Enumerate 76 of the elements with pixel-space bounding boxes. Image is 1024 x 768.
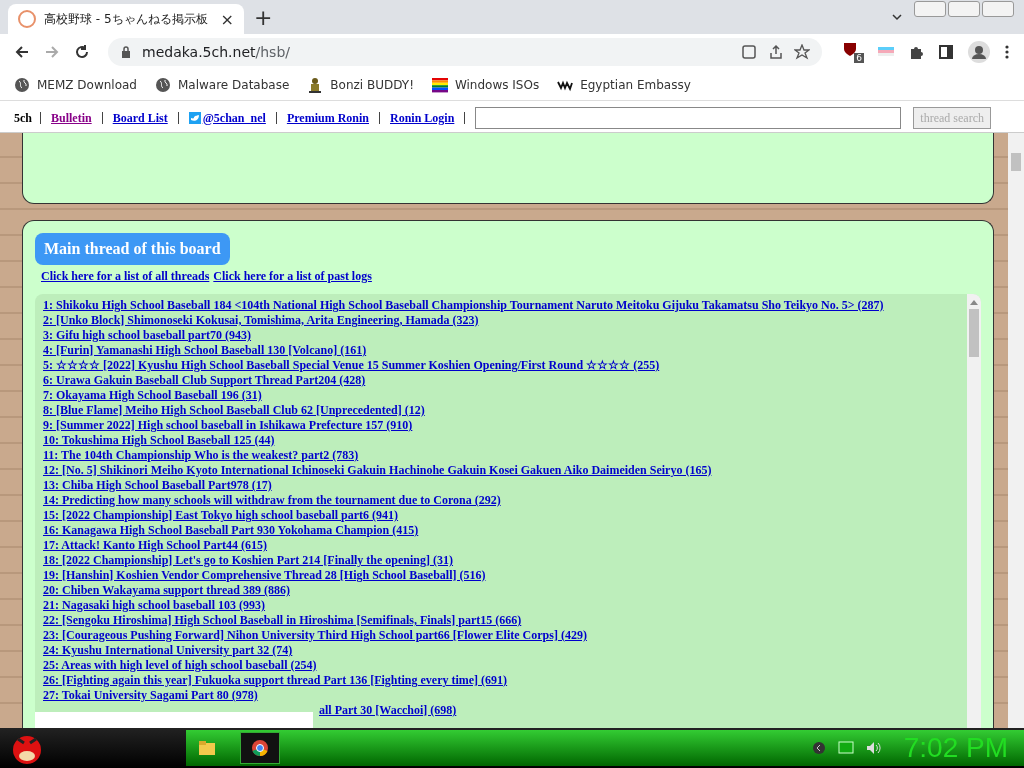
- address-bar[interactable]: medaka.5ch.net/hsb/: [108, 38, 822, 66]
- reload-icon[interactable]: [74, 44, 90, 60]
- window-controls[interactable]: [914, 1, 1014, 17]
- browser-taskbar-button[interactable]: [240, 732, 280, 764]
- star-icon[interactable]: [794, 44, 810, 60]
- side-panel-icon[interactable]: [938, 44, 954, 60]
- globe-icon: [14, 77, 30, 93]
- thread-list-link[interactable]: Click here for a list of all threads: [41, 269, 210, 284]
- lock-icon: [120, 46, 132, 58]
- share-icon[interactable]: [768, 44, 784, 60]
- browser-tab[interactable]: 高校野球 - 5ちゃんねる掲示板 ×: [8, 4, 244, 34]
- site-icon: [18, 10, 36, 28]
- bookmark[interactable]: Egyptian Embassy: [557, 77, 691, 93]
- thread-link[interactable]: 22: [Sengoku Hiroshima] High School Baseball in Hiroshima [Semifinals, Finals] part15 (666): [43, 613, 522, 628]
- bird-icon: [188, 112, 201, 124]
- thread-link[interactable]: 10: Tokushima High School Baseball 125 (44): [43, 433, 275, 448]
- thread-link[interactable]: 18: [2022 Championship] Let's go to Koshien Part 214 [Finally the opening] (31): [43, 553, 453, 568]
- bookmark[interactable]: Bonzi BUDDY!: [307, 77, 414, 93]
- tray-chevron-icon[interactable]: [811, 741, 826, 755]
- thread-link[interactable]: 25: Areas with high level of high school baseball (254): [43, 658, 317, 673]
- url-text: medaka.5ch.net/hsb/: [142, 44, 290, 60]
- back-icon[interactable]: [14, 44, 30, 60]
- thread-link[interactable]: 14: Predicting how many schools will withdraw from the tournament due to Corona (292): [43, 493, 501, 508]
- thread-link[interactable]: 17: Attack! Kanto High School Part44 (615): [43, 538, 267, 553]
- list-scrollbar[interactable]: [967, 294, 981, 728]
- thread-list-link[interactable]: Click here for a list of past logs: [213, 269, 372, 284]
- thread-link[interactable]: 5: ☆☆☆☆ [2022] Kyushu High School Baseball Special Venue 15 Summer Koshien Opening/First Round ☆☆☆☆ (255): [43, 358, 660, 373]
- tab-title: 高校野球 - 5ちゃんねる掲示板: [44, 10, 209, 28]
- thread-link[interactable]: 13: Chiba High School Baseball Part978 (17): [43, 478, 272, 493]
- bookmark[interactable]: MEMZ Download: [14, 77, 137, 93]
- globe-icon: [155, 77, 171, 93]
- section-heading: Main thread of this board: [35, 233, 230, 265]
- shield-icon: [842, 41, 858, 57]
- new-tab-button[interactable]: +: [254, 4, 273, 30]
- site-brand: 5ch: [14, 110, 32, 126]
- nav-link[interactable]: Premium Ronin: [286, 110, 369, 126]
- profile-icon[interactable]: [968, 41, 990, 63]
- bookmark[interactable]: Windows ISOs: [431, 77, 540, 93]
- thread-link[interactable]: 2: [Unko Block] Shimonoseki Kokusai, Tomishima, Arita Engineering, Hamada (323): [43, 313, 479, 328]
- thread-link[interactable]: 11: The 104th Championship Who is the weakest? part2 (783): [43, 448, 359, 463]
- thread-link[interactable]: 19: [Hanshin] Koshien Vendor Comprehensive Thread 28 [High School Baseball] (516): [43, 568, 486, 583]
- folder-icon[interactable]: [198, 739, 216, 757]
- thread-link[interactable]: all Part 30 [Wacchoi] (698): [319, 703, 457, 718]
- thread-link[interactable]: 8: [Blue Flame] Meiho High School Baseball Club 62 [Unprecedented] (12): [43, 403, 425, 418]
- network-icon[interactable]: [837, 741, 854, 755]
- volume-icon[interactable]: [865, 741, 882, 755]
- bookmark[interactable]: Malware Database: [155, 77, 290, 93]
- thread-link[interactable]: 21: Nagasaki high school baseball 103 (993): [43, 598, 266, 613]
- thread-link[interactable]: 6: Urawa Gakuin Baseball Club Support Thread Part204 (428): [43, 373, 366, 388]
- thread-link[interactable]: 15: [2022 Championship] East Tokyo high school baseball part6 (941): [43, 508, 399, 523]
- thread-link[interactable]: 26: [Fighting again this year] Fukuoka support thread Part 136 [Fighting every time] (691): [43, 673, 508, 688]
- menu-icon[interactable]: [1004, 44, 1010, 60]
- thread-link[interactable]: 20: Chiben Wakayama support thread 389 (886): [43, 583, 290, 598]
- nav-link[interactable]: Board List: [112, 110, 168, 126]
- thread-link[interactable]: 4: [Furin] Yamanashi High School Baseball 130 [Volcano] (161): [43, 343, 367, 358]
- thread-search-field[interactable]: [475, 107, 902, 129]
- puzzle-icon[interactable]: [908, 44, 924, 60]
- extension-badge: 6: [854, 53, 864, 63]
- nav-link[interactable]: @5chan_nel: [188, 110, 266, 126]
- thread-link[interactable]: 1: Shikoku High School Baseball 184 <104th National High School Baseball Championship Tournament Naruto Meitoku Gijuku Takamatsu Sho Teikyo No. 5> (287): [43, 298, 884, 313]
- close-tab-button[interactable]: ×: [220, 9, 234, 29]
- thread-link[interactable]: 3: Gifu high school baseball part70 (943): [43, 328, 252, 343]
- thread-link[interactable]: 7: Okayama High School Baseball 196 (31): [43, 388, 262, 403]
- thread-link[interactable]: 27: Tokai University Sagami Part 80 (978): [43, 688, 258, 703]
- thread-link[interactable]: 16: Kanagawa High School Baseball Part 930 Yokohama Champion (415): [43, 523, 419, 538]
- shield-extension-button[interactable]: 6: [842, 41, 864, 63]
- nav-link[interactable]: Ronin Login: [390, 110, 455, 126]
- figure-icon: [307, 77, 324, 93]
- browser-icon: [251, 739, 269, 757]
- thread-link[interactable]: 9: [Summer 2022] High school baseball in Ishikawa Prefecture 157 (910): [43, 418, 413, 433]
- nav-link[interactable]: Bulletin: [51, 110, 92, 126]
- rainbow-flag-icon: [431, 77, 448, 93]
- page-scrollbar[interactable]: [1008, 133, 1024, 728]
- thread-link[interactable]: 12: [No. 5] Shikinori Meiho Kyoto International Ichinoseki Gakuin Hachinohe Gakuin Kosei Gakuen Aiko Daimeiden Seiryo (165): [43, 463, 712, 478]
- thread-link[interactable]: 23: [Courageous Pushing Forward] Nihon University Third High School part66 [Flower Elite Corps] (429): [43, 628, 587, 643]
- thread-link[interactable]: 24: Kyushu International University part 32 (74): [43, 643, 293, 658]
